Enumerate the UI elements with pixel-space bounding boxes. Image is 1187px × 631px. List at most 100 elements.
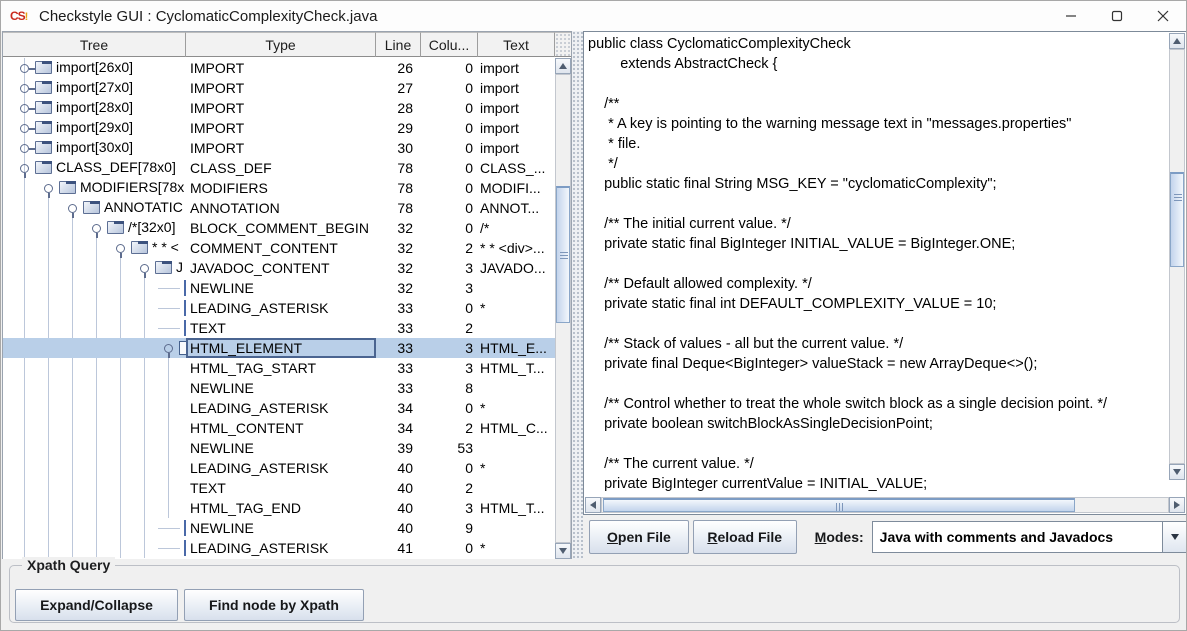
scroll-track[interactable]	[1169, 49, 1185, 464]
table-row[interactable]: NEWLINE409	[3, 518, 555, 538]
table-vertical-scrollbar[interactable]	[555, 58, 571, 559]
line-cell: 32	[376, 278, 421, 298]
tree-branch-line	[158, 308, 180, 309]
close-button[interactable]	[1140, 1, 1186, 31]
maximize-button[interactable]	[1094, 1, 1140, 31]
tree-cell	[3, 298, 186, 318]
tree-indent-guide	[96, 378, 97, 398]
tree-indent-guide	[120, 538, 121, 558]
arrow-down-icon	[559, 548, 567, 558]
scroll-down-button[interactable]	[1169, 464, 1185, 480]
table-row[interactable]: JJAVADOC_CONTENT323JAVADO...	[3, 258, 555, 278]
column-header-type[interactable]: Type	[186, 32, 376, 57]
scroll-thumb[interactable]	[603, 498, 1075, 512]
tree-collapsed-handle-icon[interactable]	[20, 124, 29, 133]
table-row[interactable]: LEADING_ASTERISK340*	[3, 398, 555, 418]
table-row[interactable]: NEWLINE3953	[3, 438, 555, 458]
tree-expanded-handle-icon[interactable]	[164, 344, 173, 353]
column-header-text[interactable]: Text	[478, 32, 555, 57]
scroll-up-button[interactable]	[1169, 33, 1185, 49]
column-header-colu[interactable]: Colu...	[421, 32, 478, 57]
column-header-line[interactable]: Line	[376, 32, 421, 57]
scroll-track[interactable]	[601, 497, 1169, 513]
reload-file-button[interactable]: Reload File	[693, 520, 797, 554]
tree-collapsed-handle-icon[interactable]	[20, 64, 29, 73]
column-header-tree[interactable]: Tree	[3, 32, 186, 57]
split-pane-divider[interactable]	[572, 31, 583, 559]
tree-collapsed-handle-icon[interactable]	[20, 104, 29, 113]
table-row[interactable]: import[27x0]IMPORT270import	[3, 78, 555, 98]
table-row[interactable]: TEXT402	[3, 478, 555, 498]
table-row[interactable]: HTML_CONTENT342HTML_C...	[3, 418, 555, 438]
table-row[interactable]: NEWLINE323	[3, 278, 555, 298]
arrow-up-icon	[1173, 34, 1181, 44]
tree-indent-guide	[72, 398, 73, 418]
tree-expanded-handle-icon[interactable]	[92, 224, 101, 233]
scroll-down-button[interactable]	[555, 543, 571, 559]
table-row[interactable]: HTML_ELEMENT333HTML_E...	[3, 338, 555, 358]
dropdown-arrow-button[interactable]	[1162, 522, 1187, 552]
scroll-thumb[interactable]	[1170, 172, 1184, 267]
column-cell: 0	[421, 138, 478, 158]
modes-dropdown[interactable]: Java with comments and Javadocs	[872, 521, 1187, 553]
scroll-right-button[interactable]	[1169, 497, 1185, 513]
chevron-down-icon	[1171, 534, 1179, 544]
code-line: /** Stack of values - all but the curren…	[588, 334, 1168, 354]
tree-indent-guide	[96, 398, 97, 418]
scroll-thumb[interactable]	[556, 186, 570, 323]
table-row[interactable]: /*[32x0]BLOCK_COMMENT_BEGIN320/*	[3, 218, 555, 238]
table-row[interactable]: HTML_TAG_START333HTML_T...	[3, 358, 555, 378]
folder-icon	[35, 101, 52, 114]
tree-indent-guide	[24, 218, 25, 238]
expand-collapse-button[interactable]: Expand/Collapse	[15, 589, 178, 621]
tree-cell: /*[32x0]	[3, 218, 186, 238]
table-row[interactable]: CLASS_DEF[78x0]CLASS_DEF780CLASS_...	[3, 158, 555, 178]
tree-indent-guide	[96, 418, 97, 438]
table-row[interactable]: ANNOTATICANNOTATION780ANNOT...	[3, 198, 555, 218]
maximize-icon	[1111, 10, 1123, 22]
tree-indent-guide	[24, 518, 25, 538]
tree-expanded-handle-icon[interactable]	[20, 164, 29, 173]
tree-cell: import[29x0]	[3, 118, 186, 138]
ast-tree-table[interactable]: import[26x0]IMPORT260importimport[27x0]I…	[3, 58, 555, 559]
table-row[interactable]: TEXT332	[3, 318, 555, 338]
column-cell: 0	[421, 298, 478, 318]
table-row[interactable]: NEWLINE338	[3, 378, 555, 398]
code-horizontal-scrollbar[interactable]	[585, 497, 1185, 513]
text-cell	[478, 378, 555, 398]
tree-indent-guide	[24, 438, 25, 458]
tree-expanded-handle-icon[interactable]	[68, 204, 77, 213]
tree-expanded-handle-icon[interactable]	[44, 184, 53, 193]
table-row[interactable]: import[29x0]IMPORT290import	[3, 118, 555, 138]
table-row[interactable]: MODIFIERS[78xMODIFIERS780MODIFI...	[3, 178, 555, 198]
table-row[interactable]: import[26x0]IMPORT260import	[3, 58, 555, 78]
tree-cell: J	[3, 258, 186, 278]
scroll-left-button[interactable]	[585, 497, 601, 513]
tree-collapsed-handle-icon[interactable]	[20, 144, 29, 153]
table-row[interactable]: LEADING_ASTERISK410*	[3, 538, 555, 558]
folder-icon	[35, 81, 52, 94]
minimize-button[interactable]	[1048, 1, 1094, 31]
table-row[interactable]: HTML_TAG_END403HTML_T...	[3, 498, 555, 518]
table-row[interactable]: LEADING_ASTERISK330*	[3, 298, 555, 318]
tree-collapsed-handle-icon[interactable]	[20, 84, 29, 93]
table-row[interactable]: import[28x0]IMPORT280import	[3, 98, 555, 118]
text-cell: *	[478, 298, 555, 318]
scroll-up-button[interactable]	[555, 58, 571, 74]
table-row[interactable]: import[30x0]IMPORT300import	[3, 138, 555, 158]
table-row[interactable]: * * <COMMENT_CONTENT322* * <div>...	[3, 238, 555, 258]
code-line: public static final String MSG_KEY = "cy…	[588, 174, 1168, 194]
find-node-by-xpath-button[interactable]: Find node by Xpath	[184, 589, 364, 621]
scroll-track[interactable]	[555, 74, 571, 543]
code-line: /** The current value. */	[588, 454, 1168, 474]
table-row[interactable]: LEADING_ASTERISK400*	[3, 458, 555, 478]
open-file-button[interactable]: Open File	[589, 520, 689, 554]
tree-expanded-handle-icon[interactable]	[116, 244, 125, 253]
column-cell: 0	[421, 178, 478, 198]
type-cell: IMPORT	[186, 118, 376, 138]
code-vertical-scrollbar[interactable]	[1169, 33, 1185, 497]
column-cell: 0	[421, 58, 478, 78]
folder-icon	[179, 341, 186, 355]
source-code-view[interactable]: public class CyclomaticComplexityCheck e…	[585, 32, 1168, 497]
tree-expanded-handle-icon[interactable]	[140, 264, 149, 273]
